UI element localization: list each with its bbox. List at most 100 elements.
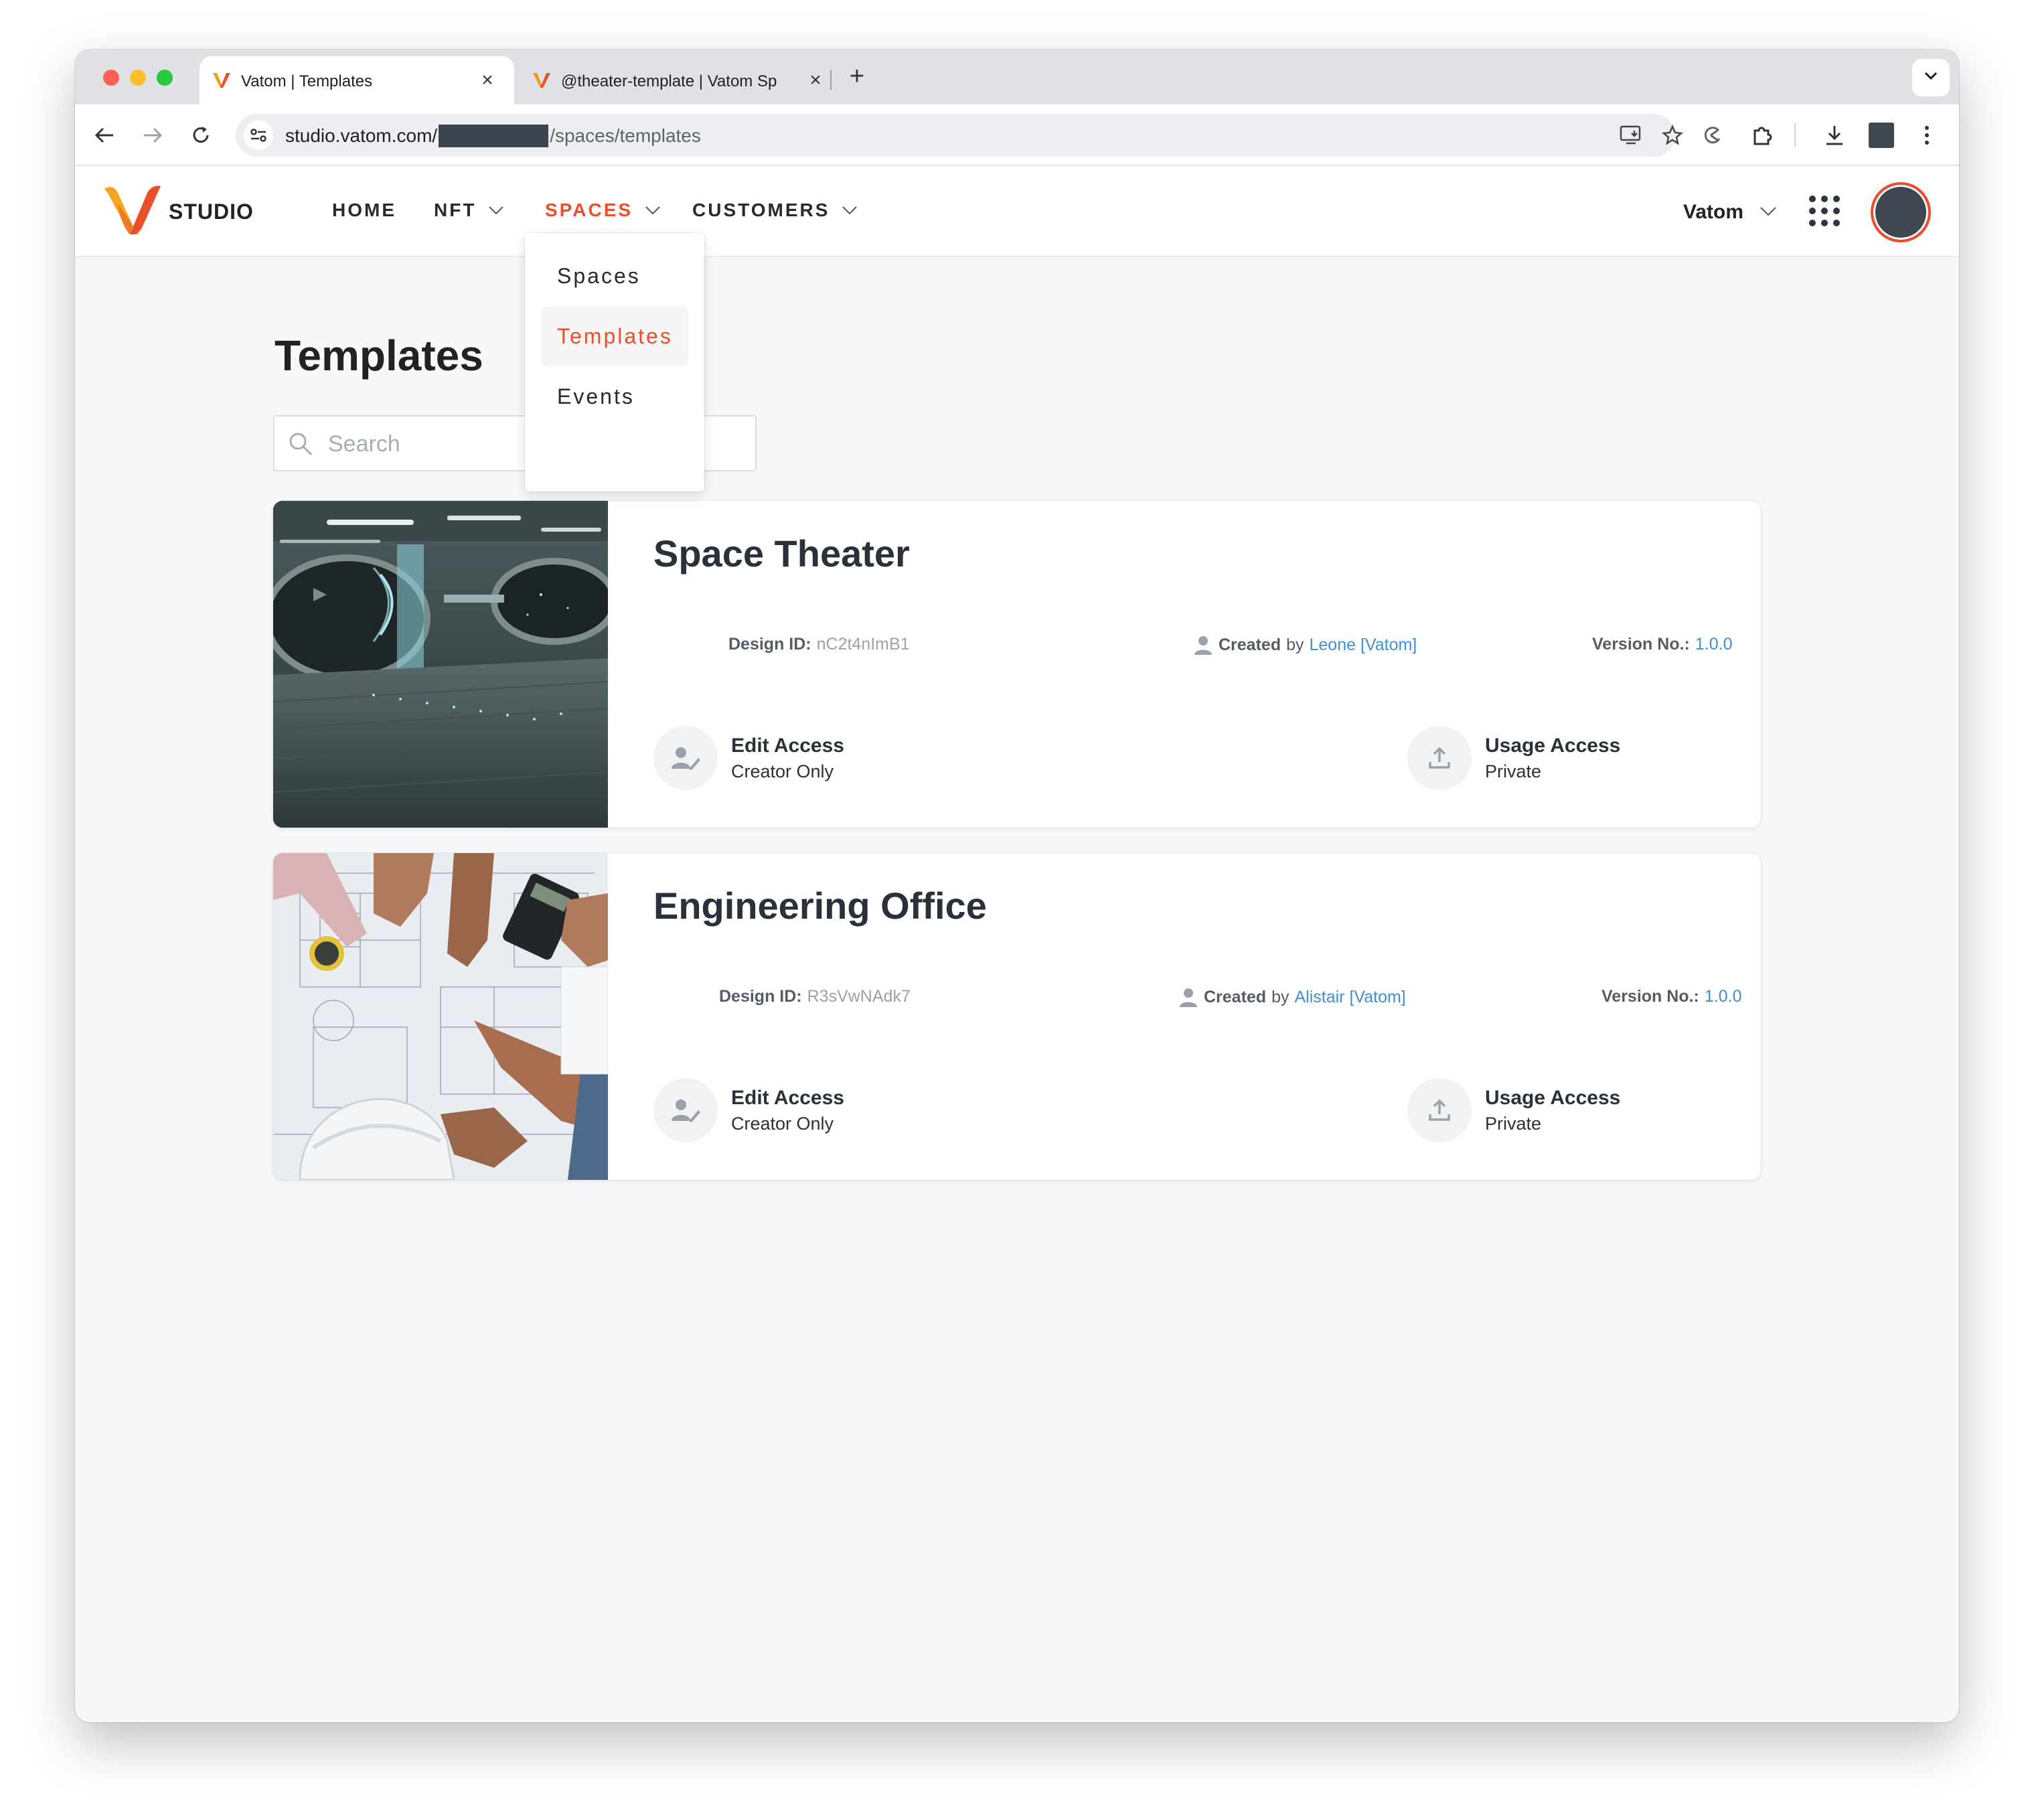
edit-access-label: Edit Access — [731, 1086, 844, 1109]
site-info-icon[interactable] — [244, 121, 273, 150]
extension-icon[interactable] — [1698, 121, 1727, 150]
url-path: /spaces/templates — [550, 125, 701, 146]
app-header: STUDIO HOME NFT SPACES CUSTOMERS Vatom — [75, 166, 1959, 257]
browser-window: Vatom | Templates × @theater-template | … — [75, 50, 1959, 1722]
nav-spaces[interactable]: SPACES — [545, 200, 661, 221]
close-tab-icon[interactable]: × — [803, 68, 828, 92]
version-field: Version No.: 1.0.0 — [1592, 635, 1732, 654]
install-app-icon[interactable] — [1616, 121, 1646, 150]
menu-item-templates[interactable]: Templates — [541, 307, 688, 366]
maximize-window-button[interactable] — [157, 70, 173, 86]
chevron-down-icon — [489, 206, 504, 215]
template-card[interactable]: Engineering Office Design ID: R3sVwNAdk7… — [273, 853, 1761, 1180]
template-title[interactable]: Engineering Office — [653, 884, 987, 927]
back-icon[interactable] — [90, 121, 119, 150]
redacted-segment — [439, 125, 549, 147]
url-host: studio.vatom.com/ — [285, 125, 438, 146]
menu-item-events[interactable]: Events — [541, 367, 688, 426]
nav-home-label: HOME — [332, 200, 396, 220]
new-tab-icon[interactable]: + — [842, 62, 872, 91]
version-label: Version No.: — [1592, 635, 1690, 654]
nav-customers-label: CUSTOMERS — [692, 200, 830, 220]
nav-nft[interactable]: NFT — [434, 200, 504, 221]
edit-access-value: Creator Only — [731, 761, 834, 781]
address-bar[interactable]: studio.vatom.com/ /spaces/templates — [236, 114, 1683, 157]
org-selector-label[interactable]: Vatom — [1683, 201, 1743, 224]
tab-title: @theater-template | Vatom Sp — [561, 72, 777, 90]
search-icon — [289, 433, 313, 456]
design-id-label: Design ID: — [719, 987, 802, 1006]
tab-separator — [830, 70, 832, 90]
user-avatar[interactable] — [1871, 182, 1931, 242]
version-value[interactable]: 1.0.0 — [1705, 987, 1742, 1006]
usage-access: Usage Access Private — [1407, 1078, 1620, 1142]
chevron-down-icon — [1924, 72, 1938, 80]
download-icon[interactable] — [1820, 121, 1849, 150]
template-thumbnail — [273, 501, 608, 828]
design-id-value: R3sVwNAdk7 — [807, 987, 911, 1006]
minimize-window-button[interactable] — [130, 70, 146, 86]
edit-access: Edit Access Creator Only — [653, 726, 844, 790]
by-label: by — [1286, 635, 1304, 654]
usage-access-label: Usage Access — [1485, 1086, 1621, 1109]
design-id-label: Design ID: — [728, 635, 811, 654]
edit-user-icon — [653, 1078, 718, 1142]
browser-tab-active[interactable]: Vatom | Templates × — [200, 56, 514, 104]
tab-strip: Vatom | Templates × @theater-template | … — [75, 50, 1959, 104]
upload-icon — [1407, 726, 1472, 790]
upload-icon — [1407, 1078, 1472, 1142]
person-icon — [1194, 636, 1212, 655]
version-value[interactable]: 1.0.0 — [1695, 635, 1733, 654]
chevron-down-icon — [842, 206, 858, 215]
extensions-puzzle-icon[interactable] — [1747, 121, 1777, 150]
chevron-down-icon — [645, 206, 660, 215]
usage-access-value: Private — [1485, 761, 1542, 781]
toolbar-divider — [1794, 123, 1796, 147]
by-label: by — [1271, 987, 1289, 1006]
created-label: Created — [1204, 987, 1267, 1006]
created-by-field: Created by Leone [Vatom] — [1193, 635, 1417, 655]
usage-access-label: Usage Access — [1485, 734, 1621, 757]
creator-link[interactable]: Leone [Vatom] — [1310, 635, 1417, 655]
design-id-field: Design ID: nC2t4nImB1 — [728, 635, 910, 654]
apps-grid-icon[interactable] — [1809, 196, 1840, 226]
close-tab-icon[interactable]: × — [475, 68, 499, 92]
template-card[interactable]: Space Theater Design ID: nC2t4nImB1 Crea… — [273, 501, 1761, 828]
version-label: Version No.: — [1601, 987, 1699, 1006]
menu-kebab-icon[interactable] — [1912, 121, 1942, 150]
template-title[interactable]: Space Theater — [653, 532, 910, 575]
nav-home[interactable]: HOME — [332, 200, 396, 221]
tab-title: Vatom | Templates — [241, 72, 373, 90]
tab-search-button[interactable] — [1912, 59, 1950, 96]
edit-user-icon — [653, 726, 718, 790]
design-id-field: Design ID: R3sVwNAdk7 — [719, 987, 911, 1006]
design-id-value: nC2t4nImB1 — [816, 635, 910, 654]
edit-access-label: Edit Access — [731, 734, 844, 757]
close-window-button[interactable] — [103, 70, 119, 86]
url-text: studio.vatom.com/ /spaces/templates — [285, 125, 701, 147]
profile-square-icon[interactable] — [1867, 121, 1896, 150]
chevron-down-icon[interactable] — [1759, 206, 1777, 217]
template-thumbnail — [273, 853, 608, 1180]
vatom-logo-icon[interactable] — [103, 183, 162, 236]
reload-icon[interactable] — [186, 121, 216, 150]
version-field: Version No.: 1.0.0 — [1601, 987, 1741, 1006]
browser-toolbar: studio.vatom.com/ /spaces/templates — [75, 104, 1959, 166]
nav-nft-label: NFT — [434, 200, 477, 220]
person-icon — [1180, 988, 1197, 1007]
menu-item-spaces[interactable]: Spaces — [541, 246, 688, 305]
creator-link[interactable]: Alistair [Vatom] — [1295, 988, 1406, 1007]
spaces-dropdown-menu: Spaces Templates Events — [525, 233, 704, 491]
usage-access: Usage Access Private — [1407, 726, 1620, 790]
bookmark-star-icon[interactable] — [1658, 121, 1687, 150]
browser-tab[interactable]: @theater-template | Vatom Sp × — [520, 56, 844, 104]
page-title: Templates — [275, 331, 483, 380]
usage-access-value: Private — [1485, 1113, 1542, 1134]
nav-spaces-label: SPACES — [545, 200, 633, 220]
created-by-field: Created by Alistair [Vatom] — [1178, 987, 1406, 1007]
edit-access: Edit Access Creator Only — [653, 1078, 844, 1142]
vatom-favicon-icon — [213, 73, 230, 88]
vatom-favicon-icon — [533, 73, 550, 88]
nav-customers[interactable]: CUSTOMERS — [692, 200, 858, 221]
forward-icon[interactable] — [138, 121, 167, 150]
